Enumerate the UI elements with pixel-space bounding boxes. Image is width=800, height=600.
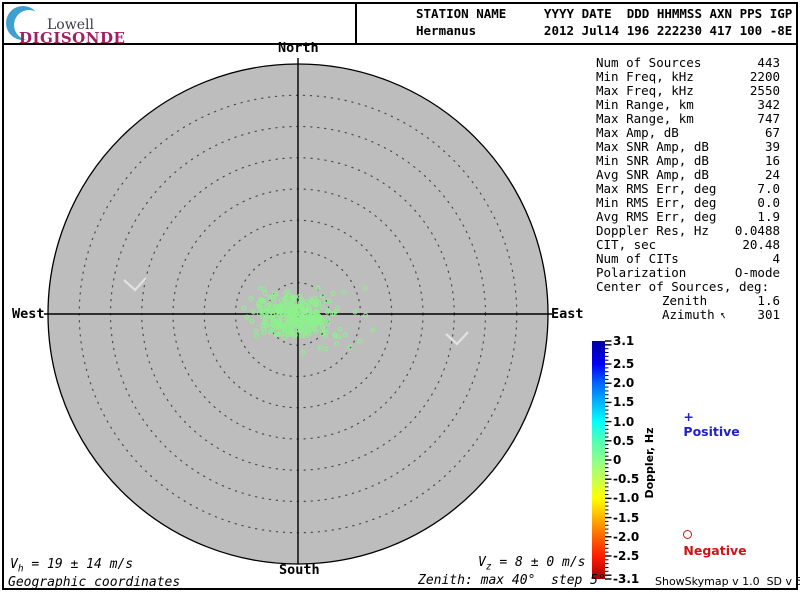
stats-row: Azimuth ↖ 301 — [596, 307, 780, 322]
stats-value: O-mode — [734, 265, 780, 280]
stats-label: Max Amp, dB — [596, 125, 679, 140]
station-table: STATION NAME YYYY DATE DDD HHMMSS AXN PP… — [416, 5, 792, 39]
stats-value: 443 — [757, 55, 780, 70]
stats-row: Num of CITs 4 — [596, 252, 780, 266]
zenith-note: Zenith: max 40° step 5° — [418, 573, 606, 588]
colorbar-gradient — [592, 341, 605, 579]
stats-value: 1.6 — [757, 293, 780, 308]
stats-row: Doppler Res, Hz 0.0488 — [596, 224, 780, 238]
stats-label: Min Freq, kHz — [596, 69, 694, 84]
stats-value: 0.0488 — [734, 223, 780, 238]
stats-value: 747 — [757, 111, 780, 126]
stats-label: Min SNR Amp, dB — [596, 153, 709, 168]
colorbar-tick-label: -0.5 — [613, 472, 640, 487]
stats-label: Azimuth — [662, 307, 715, 322]
stats-row: Min Freq, kHz 2200 — [596, 70, 780, 84]
negative-marker-icon — [683, 530, 693, 539]
stats-row: Zenith 1.6 — [596, 294, 780, 308]
colorbar-tick-label: 0 — [613, 453, 622, 467]
azimuth-direction-icon: ↖ — [718, 307, 728, 322]
stats-label: Zenith — [662, 293, 708, 308]
stats-label: Doppler Res, Hz — [596, 223, 709, 238]
stats-row: Min SNR Amp, dB 16 — [596, 154, 780, 168]
stats-value: 342 — [757, 97, 780, 112]
stats-label: Max Freq, kHz — [596, 83, 694, 98]
stats-panel: Num of Sources 443 Min Freq, kHz 2200 Max Fr… — [596, 56, 780, 322]
stats-value: 7.0 — [757, 181, 780, 196]
stats-label: Max RMS Err, deg — [596, 181, 717, 196]
stats-label: Center of Sources, deg: — [596, 279, 770, 294]
stats-row: Avg RMS Err, deg 1.9 — [596, 210, 780, 224]
stats-value: 2550 — [749, 83, 780, 98]
colorbar-tick-label: -2.5 — [613, 548, 640, 563]
stats-row: Min Range, km 342 — [596, 98, 780, 112]
stats-row: Center of Sources, deg: — [596, 280, 780, 294]
legend-negative-label: Negative — [683, 543, 747, 558]
colorbar-tick-label: -1.5 — [613, 510, 640, 525]
stats-label: Num of CITs — [596, 251, 679, 266]
station-table-values: Hermanus 2012 Jul14 196 222230 417 100 -… — [416, 23, 793, 38]
showskymap-window: Lowell DIGISONDE STATION NAME YYYY DATE … — [0, 0, 800, 600]
colorbar-tick-label: 2.5 — [613, 357, 635, 372]
stats-label: Polarization — [596, 265, 687, 280]
stats-label: Min RMS Err, deg — [596, 195, 717, 210]
station-table-header: STATION NAME YYYY DATE DDD HHMMSS AXN PP… — [416, 6, 793, 21]
stats-label: Max Range, km — [596, 111, 694, 126]
legend-negative: Negative — [666, 513, 747, 573]
vz-velocity: Vz = 8 ± 0 m/s — [478, 555, 586, 573]
coordinates-note: Geographic coordinates — [8, 575, 181, 590]
skymap-plot — [44, 58, 552, 565]
stats-value: 16 — [764, 153, 780, 168]
legend-positive-label: Positive — [683, 424, 740, 439]
colorbar-ticks — [605, 340, 612, 580]
stats-label: CIT, sec — [596, 237, 657, 252]
stats-row: Max Amp, dB 67 — [596, 126, 780, 140]
legend-positive: + Positive — [666, 394, 740, 454]
stats-row: Max Freq, kHz 2550 — [596, 84, 780, 98]
colorbar-tick-label: 2.0 — [613, 376, 635, 391]
vh-velocity: Vh = 19 ± 14 m/s — [10, 557, 134, 575]
colorbar-tick-label: -1.0 — [613, 491, 640, 506]
stats-row: Max Range, km 747 — [596, 112, 780, 126]
compass-west: West — [12, 306, 45, 322]
stats-label: Avg RMS Err, deg — [596, 209, 717, 224]
stats-row: Avg SNR Amp, dB 24 — [596, 168, 780, 182]
stats-value: 4 — [772, 251, 780, 266]
stats-value: 20.48 — [742, 237, 780, 252]
compass-east: East — [551, 306, 584, 322]
plus-marker-icon: + — [683, 409, 694, 424]
stats-label: Max SNR Amp, dB — [596, 139, 709, 154]
version-label: ShowSkymap v 1.0 SD v 5.1 — [655, 575, 800, 588]
stats-label: Avg SNR Amp, dB — [596, 167, 709, 182]
stats-label: Min Range, km — [596, 97, 694, 112]
stats-row: Polarization O-mode — [596, 266, 780, 280]
stats-row: Max RMS Err, deg 7.0 — [596, 182, 780, 196]
stats-value: 1.9 — [757, 209, 780, 224]
stats-value: 24 — [764, 167, 780, 182]
colorbar-tick-label: 0.5 — [613, 433, 635, 448]
stats-value: 67 — [764, 125, 780, 140]
colorbar-tick-label: -2.0 — [613, 529, 640, 544]
stats-row: Num of Sources 443 — [596, 56, 780, 70]
colorbar-tick-label: -3.1 — [613, 572, 640, 586]
stats-value: 0.0 — [757, 195, 780, 210]
colorbar-tick-label: 1.5 — [613, 395, 635, 410]
stats-value: 39 — [764, 139, 780, 154]
stats-label: Num of Sources — [596, 55, 702, 70]
stats-row: Max SNR Amp, dB 39 — [596, 140, 780, 154]
stats-row: Min RMS Err, deg 0.0 — [596, 196, 780, 210]
stats-value: 301 — [757, 307, 780, 322]
compass-south: South — [279, 562, 320, 578]
stats-value: 2200 — [749, 69, 780, 84]
colorbar-tick-label: 3.1 — [613, 334, 635, 348]
stats-row: CIT, sec 20.48 — [596, 238, 780, 252]
colorbar-tick-label: 1.0 — [613, 414, 635, 429]
header-divider — [2, 43, 798, 45]
logo-divider — [355, 2, 357, 45]
